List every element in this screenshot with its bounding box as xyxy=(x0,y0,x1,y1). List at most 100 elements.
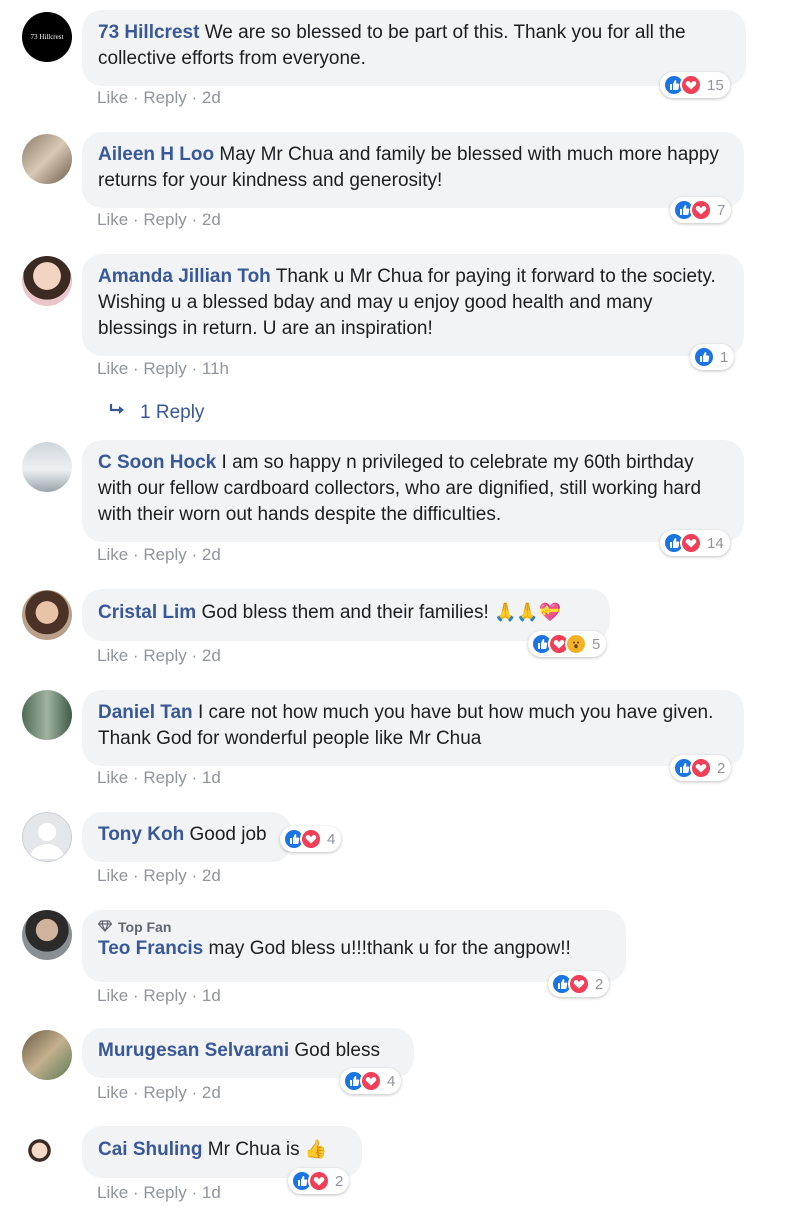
comment-author[interactable]: Cristal Lim xyxy=(98,602,196,623)
replies-count-label: 1 Reply xyxy=(140,402,205,423)
reply-link[interactable]: Reply xyxy=(143,1183,186,1202)
timestamp[interactable]: 1d xyxy=(202,1183,221,1202)
reaction-count: 14 xyxy=(707,534,724,552)
love-reaction-icon xyxy=(568,973,590,995)
comment-author[interactable]: Daniel Tan xyxy=(98,702,193,723)
love-reaction-icon xyxy=(690,757,712,779)
avatar[interactable] xyxy=(22,256,72,306)
comment-text: Mr Chua is xyxy=(207,1139,300,1160)
reactions-summary[interactable]: 2 xyxy=(670,755,732,781)
comment-author[interactable]: Teo Francis xyxy=(98,938,203,959)
timestamp[interactable]: 2d xyxy=(202,545,221,564)
wow-reaction-icon xyxy=(565,633,587,655)
comment-bubble: Aileen H Loo May Mr Chua and family be b… xyxy=(82,132,744,208)
like-link[interactable]: Like xyxy=(97,88,128,107)
avatar[interactable] xyxy=(22,690,72,740)
comment-bubble: C Soon Hock I am so happy n privileged t… xyxy=(82,440,744,542)
reaction-count: 7 xyxy=(717,201,726,219)
timestamp[interactable]: 11h xyxy=(202,359,229,378)
reaction-count: 4 xyxy=(387,1072,396,1090)
reactions-summary[interactable]: 1 xyxy=(690,344,735,370)
view-replies-link[interactable]: 1 Reply xyxy=(108,402,204,424)
reply-link[interactable]: Reply xyxy=(143,545,186,564)
top-fan-badge: Top Fan xyxy=(97,918,610,936)
comment-author[interactable]: Aileen H Loo xyxy=(98,144,214,165)
comment-author[interactable]: Amanda Jillian Toh xyxy=(98,266,271,287)
avatar[interactable] xyxy=(22,1128,72,1178)
comment-text: may God bless u!!!thank u for the angpow… xyxy=(208,938,571,959)
timestamp[interactable]: 2d xyxy=(202,1083,221,1102)
comment-bubble: Top Fan Teo Francis may God bless u!!!th… xyxy=(82,910,626,982)
reactions-summary[interactable]: 2 xyxy=(288,1168,350,1194)
reply-link[interactable]: Reply xyxy=(143,1083,186,1102)
comment-author[interactable]: 73 Hillcrest xyxy=(98,22,199,43)
like-link[interactable]: Like xyxy=(97,545,128,564)
like-link[interactable]: Like xyxy=(97,768,128,787)
like-link[interactable]: Like xyxy=(97,1183,128,1202)
reaction-count: 1 xyxy=(720,348,729,366)
reaction-count: 5 xyxy=(592,635,601,653)
timestamp[interactable]: 2d xyxy=(202,88,221,107)
love-reaction-icon xyxy=(308,1170,330,1192)
reactions-summary[interactable]: 7 xyxy=(670,197,732,223)
reactions-summary[interactable]: 5 xyxy=(528,631,607,657)
avatar[interactable]: 73 Hillcrest xyxy=(22,12,72,62)
reactions-summary[interactable]: 4 xyxy=(340,1068,402,1094)
reaction-count: 15 xyxy=(707,76,724,94)
default-profile-icon xyxy=(29,823,65,859)
comment-author[interactable]: Cai Shuling xyxy=(98,1139,203,1160)
timestamp[interactable]: 2d xyxy=(202,646,221,665)
like-link[interactable]: Like xyxy=(97,866,128,885)
reaction-count: 2 xyxy=(717,759,726,777)
reply-link[interactable]: Reply xyxy=(143,359,186,378)
love-reaction-icon xyxy=(680,532,702,554)
timestamp[interactable]: 2d xyxy=(202,866,221,885)
reply-link[interactable]: Reply xyxy=(143,210,186,229)
reaction-count: 2 xyxy=(335,1172,344,1190)
comment-bubble: Cristal Lim God bless them and their fam… xyxy=(82,589,610,641)
top-fan-label: Top Fan xyxy=(118,919,172,935)
like-link[interactable]: Like xyxy=(97,1083,128,1102)
like-reaction-icon xyxy=(693,346,715,368)
comment-actions: Like · Reply · 2d xyxy=(97,1083,221,1102)
comment-bubble: Tony Koh Good job xyxy=(82,812,292,862)
like-link[interactable]: Like xyxy=(97,646,128,665)
avatar[interactable] xyxy=(22,590,72,640)
like-link[interactable]: Like xyxy=(97,210,128,229)
reply-link[interactable]: Reply xyxy=(143,646,186,665)
prayer-heart-emoji: 🙏🙏💝 xyxy=(494,602,562,622)
avatar[interactable] xyxy=(22,134,72,184)
avatar-logo-text: 73 Hillcrest xyxy=(30,33,64,41)
comment-bubble: Amanda Jillian Toh Thank u Mr Chua for p… xyxy=(82,254,744,356)
comment-bubble: Daniel Tan I care not how much you have … xyxy=(82,690,744,766)
reply-link[interactable]: Reply xyxy=(143,88,186,107)
avatar[interactable] xyxy=(22,910,72,960)
comment-actions: Like · Reply · 1d xyxy=(97,1183,221,1202)
comment-actions: Like · Reply · 1d xyxy=(97,986,221,1005)
reaction-count: 4 xyxy=(327,830,336,848)
reactions-summary[interactable]: 2 xyxy=(548,971,610,997)
love-reaction-icon xyxy=(360,1070,382,1092)
comment-bubble: 73 Hillcrest We are so blessed to be par… xyxy=(82,10,746,86)
reactions-summary[interactable]: 15 xyxy=(660,72,730,98)
comment-actions: Like · Reply · 2d xyxy=(97,210,221,229)
thumbs-up-emoji: 👍 xyxy=(304,1139,328,1159)
reply-link[interactable]: Reply xyxy=(143,768,186,787)
comment-author[interactable]: Tony Koh xyxy=(98,824,184,845)
reactions-summary[interactable]: 4 xyxy=(280,826,342,852)
reaction-count: 2 xyxy=(595,975,604,993)
like-link[interactable]: Like xyxy=(97,986,128,1005)
comment-author[interactable]: Murugesan Selvarani xyxy=(98,1040,289,1061)
timestamp[interactable]: 1d xyxy=(202,768,221,787)
comment-author[interactable]: C Soon Hock xyxy=(98,452,216,473)
reactions-summary[interactable]: 14 xyxy=(660,530,730,556)
avatar[interactable] xyxy=(22,812,72,862)
reply-link[interactable]: Reply xyxy=(143,866,186,885)
reply-link[interactable]: Reply xyxy=(143,986,186,1005)
comment-actions: Like · Reply · 2d xyxy=(97,866,221,885)
like-link[interactable]: Like xyxy=(97,359,128,378)
timestamp[interactable]: 2d xyxy=(202,210,221,229)
timestamp[interactable]: 1d xyxy=(202,986,221,1005)
avatar[interactable] xyxy=(22,442,72,492)
avatar[interactable] xyxy=(22,1030,72,1080)
